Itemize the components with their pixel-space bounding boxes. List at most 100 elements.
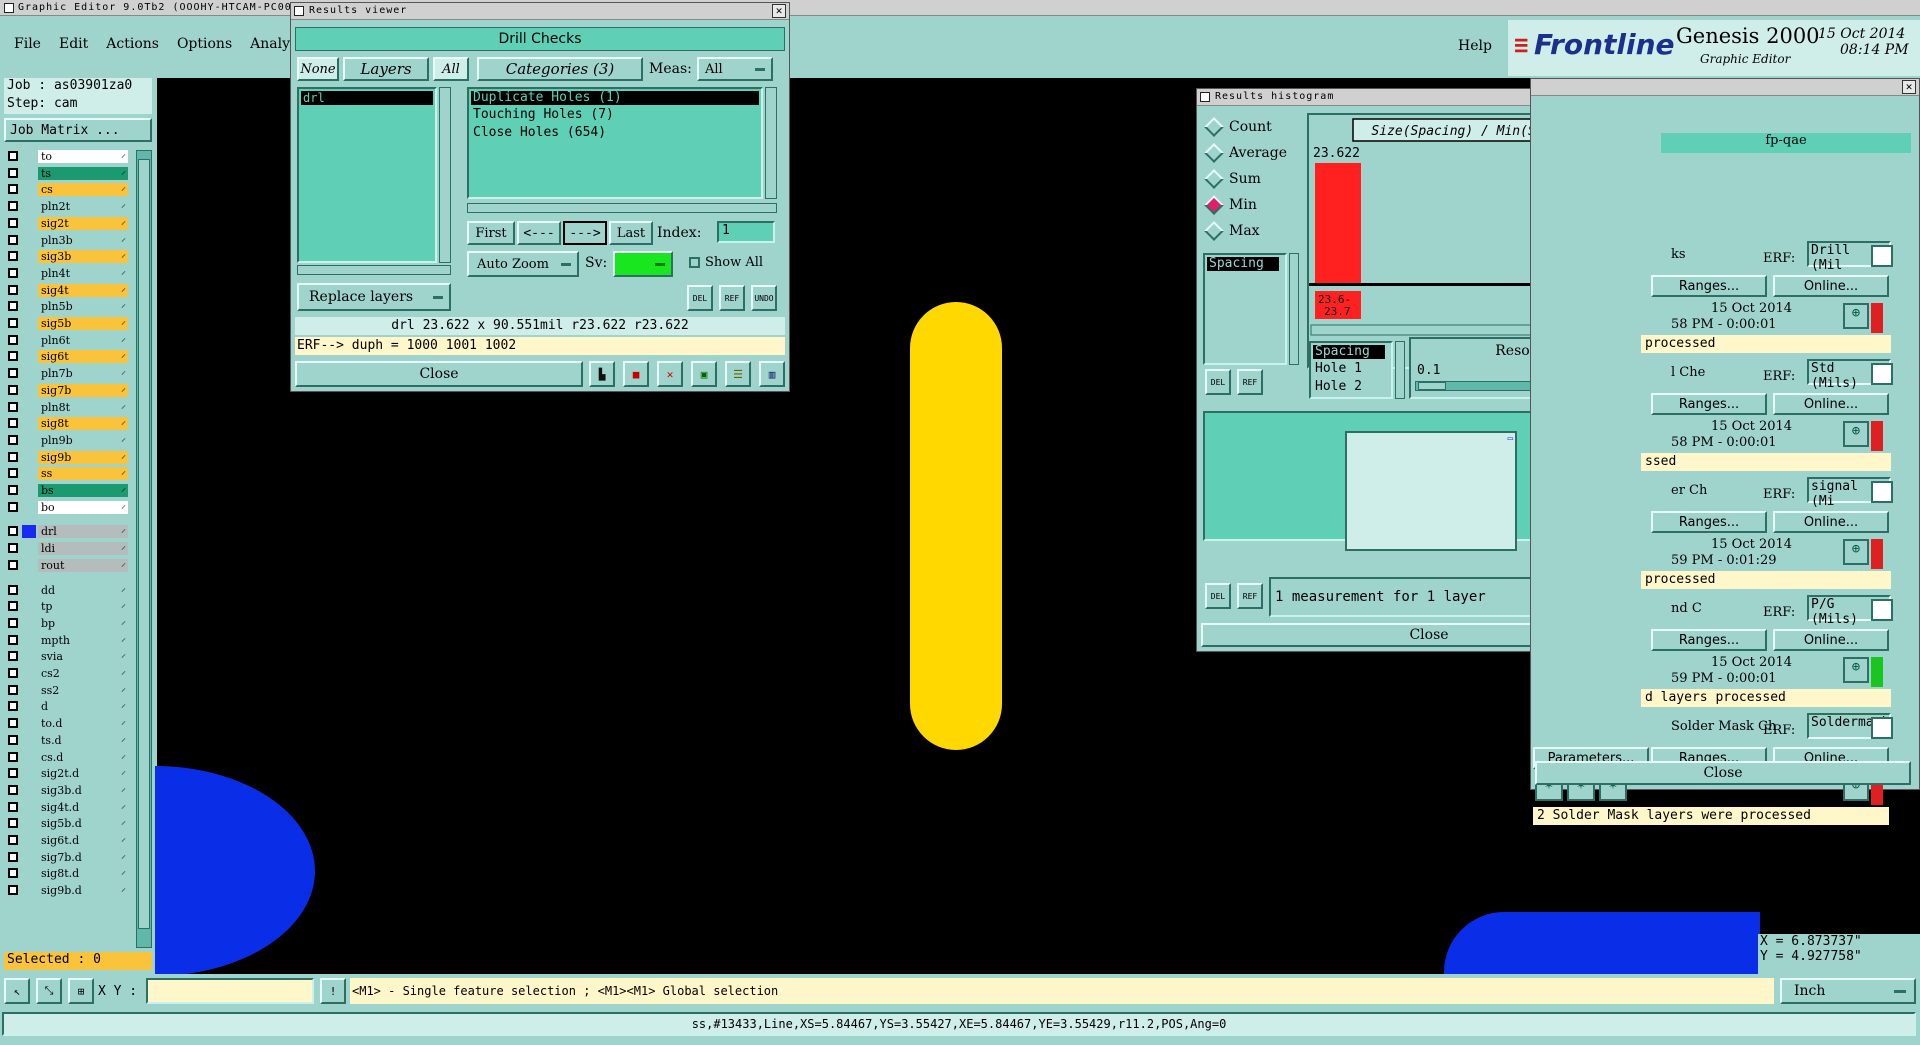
layer-row[interactable]: cs2	[6, 665, 128, 680]
hole-item-2[interactable]: Hole 2	[1315, 379, 1362, 394]
online-button[interactable]: Online...	[1773, 511, 1889, 533]
ref-button[interactable]: REF	[719, 285, 745, 311]
layer-name[interactable]: sig5b	[38, 315, 128, 330]
layer-name[interactable]: sig2t	[38, 215, 128, 230]
undo-button[interactable]: UNDO	[751, 285, 777, 311]
layer-row[interactable]: drl	[6, 523, 128, 538]
layer-row[interactable]: cs	[6, 181, 128, 196]
preview-del-button[interactable]: DEL	[1205, 583, 1231, 609]
layer-row[interactable]: pln5b	[6, 298, 128, 313]
layer-name[interactable]: dd	[38, 582, 128, 597]
layer-name[interactable]: pln7b	[38, 365, 128, 380]
zoom-icon[interactable]: ⊕	[1843, 539, 1869, 565]
layer-name[interactable]: ss	[38, 465, 128, 480]
layer-name[interactable]: sig7b.d	[38, 849, 128, 864]
layer-name[interactable]: ts	[38, 165, 128, 180]
layer-row[interactable]: sig5b	[6, 315, 128, 330]
layer-checkbox[interactable]	[8, 285, 18, 295]
online-button[interactable]: Online...	[1773, 629, 1889, 651]
layer-row[interactable]: sig7b	[6, 382, 128, 397]
preview-window[interactable]: ▭	[1345, 431, 1517, 551]
zoom-icon[interactable]: ⊕	[1843, 303, 1869, 329]
layer-row[interactable]: ss	[6, 465, 128, 480]
last-button[interactable]: Last	[609, 221, 653, 245]
layer-name[interactable]: sig6t	[38, 348, 128, 363]
layer-row[interactable]: bp	[6, 615, 128, 630]
measure-list-scrollbar[interactable]	[1289, 253, 1299, 365]
layer-row[interactable]: sig7b.d	[6, 849, 128, 864]
layer-checkbox[interactable]	[8, 818, 18, 828]
layer-checkbox[interactable]	[8, 201, 18, 211]
layer-row[interactable]: sig3b	[6, 248, 128, 263]
layer-name[interactable]: sig3b.d	[38, 782, 128, 797]
blue-pad-feature-left[interactable]	[155, 766, 315, 976]
check-name[interactable]: er Ch	[1671, 483, 1707, 498]
menu-edit[interactable]: Edit	[59, 36, 88, 52]
layer-name[interactable]: sig6t.d	[38, 832, 128, 847]
layer-checkbox[interactable]	[8, 435, 18, 445]
layer-list-v-scrollbar[interactable]	[439, 87, 451, 263]
help-question-icon[interactable]	[1871, 599, 1893, 621]
layer-checkbox[interactable]	[8, 468, 18, 478]
checklist-close-button[interactable]: Close	[1535, 761, 1911, 785]
check-name[interactable]: nd C	[1671, 601, 1702, 616]
check-name[interactable]: l Che	[1671, 365, 1705, 380]
category-item-touching[interactable]: Touching Holes (7)	[473, 107, 614, 122]
layer-name[interactable]: sig8t.d	[38, 865, 128, 880]
histogram-ref-button[interactable]: REF	[1237, 369, 1263, 395]
layer-row[interactable]: sig6t.d	[6, 832, 128, 847]
yellow-slot-feature[interactable]	[910, 302, 1002, 750]
layer-checkbox[interactable]	[8, 168, 18, 178]
layer-row[interactable]: sig6t	[6, 348, 128, 363]
chart-tool-button[interactable]: ▥	[759, 361, 785, 387]
zoom-icon[interactable]: ⊕	[1843, 421, 1869, 447]
layer-list-scroll-thumb[interactable]	[138, 159, 150, 929]
layer-row[interactable]: sig8t	[6, 415, 128, 430]
layer-row[interactable]: ss2	[6, 682, 128, 697]
layer-checkbox[interactable]	[8, 385, 18, 395]
layer-checkbox[interactable]	[8, 852, 18, 862]
layer-name[interactable]: bp	[38, 615, 128, 630]
layer-checkbox[interactable]	[8, 868, 18, 878]
layer-name[interactable]: to	[38, 148, 128, 163]
layer-name[interactable]: bo	[38, 499, 128, 514]
layer-checkbox[interactable]	[8, 618, 18, 628]
notes-tool-button[interactable]: ☰	[725, 361, 751, 387]
layer-name[interactable]: ts.d	[38, 732, 128, 747]
menu-file[interactable]: File	[14, 36, 41, 52]
layer-row[interactable]: cs.d	[6, 749, 128, 764]
layer-name[interactable]: cs2	[38, 665, 128, 680]
xy-input[interactable]	[146, 978, 314, 1004]
layer-name[interactable]: sig7b	[38, 382, 128, 397]
layer-row[interactable]: pln9b	[6, 432, 128, 447]
checklist-close-icon[interactable]: ✕	[1902, 80, 1916, 94]
layer-list-h-scrollbar[interactable]	[297, 265, 451, 275]
layer-list-scrollbar[interactable]	[136, 150, 152, 948]
layer-row[interactable]: sig5b.d	[6, 815, 128, 830]
resolution-slider-handle[interactable]	[1418, 382, 1446, 390]
measure-item-spacing[interactable]: Spacing	[1207, 257, 1279, 271]
layer-name[interactable]: pln3b	[38, 232, 128, 247]
layer-name[interactable]: sig9b.d	[38, 882, 128, 897]
option-min[interactable]: Min	[1201, 195, 1299, 215]
option-count[interactable]: Count	[1201, 117, 1299, 137]
layer-checkbox[interactable]	[8, 768, 18, 778]
category-item-duplicate[interactable]: Duplicate Holes (1)	[471, 91, 759, 105]
layer-row[interactable]: bs	[6, 482, 128, 497]
menu-options[interactable]: Options	[177, 36, 232, 52]
layer-name[interactable]: cs.d	[38, 749, 128, 764]
layer-name[interactable]: sig4t.d	[38, 799, 128, 814]
layer-row[interactable]: pln7b	[6, 365, 128, 380]
layer-checkbox[interactable]	[8, 735, 18, 745]
index-input[interactable]: 1	[717, 221, 775, 243]
layer-result-item[interactable]: drl	[301, 91, 433, 105]
layer-name[interactable]: ldi	[38, 540, 128, 555]
layers-button[interactable]: Layers	[343, 57, 429, 81]
zoom-icon[interactable]: ⊕	[1843, 657, 1869, 683]
layer-row[interactable]: ldi	[6, 540, 128, 555]
layer-checkbox[interactable]	[8, 485, 18, 495]
layer-name[interactable]: d	[38, 698, 128, 713]
del-button[interactable]: DEL	[687, 285, 713, 311]
help-question-icon[interactable]	[1871, 481, 1893, 503]
layer-checkbox[interactable]	[8, 885, 18, 895]
